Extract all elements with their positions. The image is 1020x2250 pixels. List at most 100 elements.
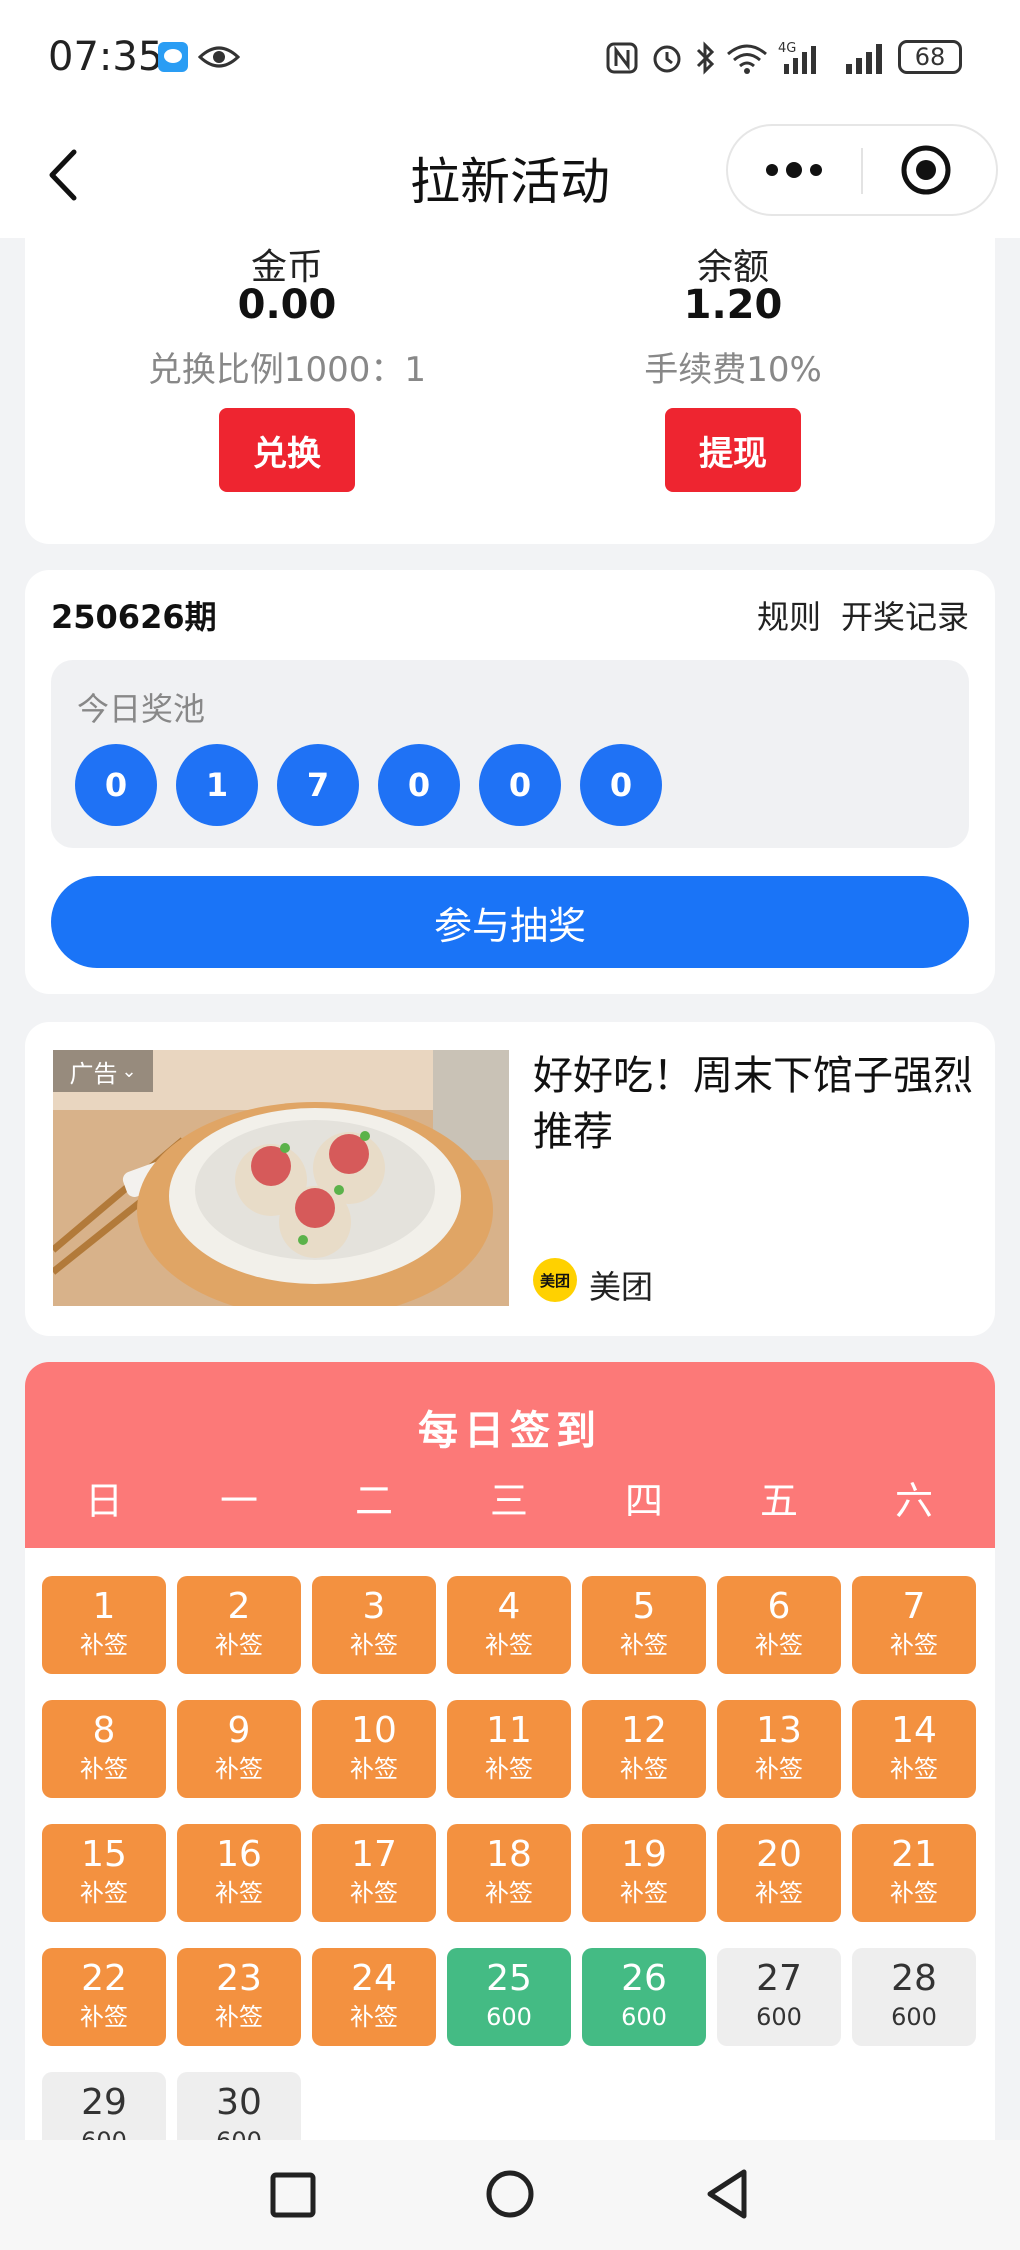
meituan-logo-icon: 美团 — [533, 1258, 577, 1302]
ad-tag[interactable]: 广告 ⌄ — [53, 1050, 153, 1092]
calendar-day[interactable]: 11 补签 — [447, 1700, 571, 1798]
calendar-day[interactable]: 28 600 — [852, 1948, 976, 2046]
back-triangle-icon[interactable] — [702, 2166, 754, 2222]
weekday-label: 三 — [489, 1479, 528, 1523]
recent-apps-square-icon[interactable] — [268, 2170, 318, 2220]
checkin-calendar: 1 补签 2 补签 3 补签 4 补签 5 补签 6 补签 7 补签 8 补签 9 补签 10 补签 11 补签 12 补签 1… — [25, 1548, 995, 2148]
calendar-day[interactable]: 17 补签 — [312, 1824, 436, 1922]
pool-digit: 0 — [479, 744, 561, 826]
bluetooth-icon — [696, 41, 715, 75]
calendar-day[interactable]: 25 600 — [447, 1948, 571, 2046]
day-number: 18 — [486, 1834, 532, 1875]
withdraw-button[interactable]: 提现 — [665, 408, 801, 492]
calendar-day[interactable]: 6 补签 — [717, 1576, 841, 1674]
coins-value: 0.00 — [237, 282, 337, 328]
calendar-day[interactable]: 24 补签 — [312, 1948, 436, 2046]
weekday-label: 二 — [354, 1479, 393, 1523]
day-number: 12 — [621, 1710, 667, 1751]
calendar-day[interactable]: 22 补签 — [42, 1948, 166, 2046]
calendar-day[interactable]: 23 补签 — [177, 1948, 301, 2046]
nav-bar: 拉新活动 — [0, 120, 1020, 238]
mini-program-capsule — [726, 124, 998, 216]
home-circle-icon[interactable] — [484, 2168, 536, 2220]
calendar-day[interactable]: 14 补签 — [852, 1700, 976, 1798]
weekday-label: 四 — [624, 1479, 663, 1523]
calendar-day[interactable]: 29 600 — [42, 2072, 166, 2148]
day-number: 24 — [351, 1958, 397, 1999]
day-number: 5 — [632, 1586, 656, 1627]
ad-title[interactable]: 好好吃！周末下馆子强烈推荐 — [533, 1048, 973, 1160]
join-lottery-button[interactable]: 参与抽奖 — [51, 876, 969, 968]
weekday-label: 六 — [894, 1479, 933, 1523]
day-reward: 补签 — [350, 1755, 398, 1783]
calendar-day[interactable]: 5 补签 — [582, 1576, 706, 1674]
day-reward: 补签 — [80, 2003, 128, 2031]
exchange-ratio: 兑换比例1000：1 — [147, 350, 427, 390]
calendar-day[interactable]: 20 补签 — [717, 1824, 841, 1922]
pool-digit: 0 — [75, 744, 157, 826]
exchange-button[interactable]: 兑换 — [219, 408, 355, 492]
ad-card[interactable]: 广告 ⌄ 好好吃！周末下馆子强烈推荐 美团 美团 — [25, 1022, 995, 1336]
service-fee: 手续费10% — [644, 350, 822, 390]
checkin-header: 每日签到 日 一 二 三 四 五 六 — [25, 1362, 995, 1548]
day-reward: 补签 — [80, 1755, 128, 1783]
weekday-label: 五 — [759, 1479, 798, 1523]
prize-pool: 今日奖池 0 1 7 0 0 0 — [51, 660, 969, 848]
calendar-day[interactable]: 9 补签 — [177, 1700, 301, 1798]
checkin-title: 每日签到 — [418, 1408, 602, 1454]
day-number: 4 — [497, 1586, 521, 1627]
calendar-day[interactable]: 7 补签 — [852, 1576, 976, 1674]
assets-card: 金币 0.00 兑换比例1000：1 兑换 余额 1.20 手续费10% 提现 — [25, 230, 995, 544]
svg-text:4G: 4G — [778, 41, 796, 56]
calendar-day[interactable]: 10 补签 — [312, 1700, 436, 1798]
calendar-day[interactable]: 27 600 — [717, 1948, 841, 2046]
day-number: 29 — [81, 2082, 127, 2123]
day-number: 19 — [621, 1834, 667, 1875]
day-number: 10 — [351, 1710, 397, 1751]
day-reward: 600 — [621, 2003, 667, 2031]
calendar-day[interactable]: 15 补签 — [42, 1824, 166, 1922]
day-number: 20 — [756, 1834, 802, 1875]
day-reward: 补签 — [620, 1879, 668, 1907]
day-reward: 600 — [891, 2003, 937, 2031]
calendar-day[interactable]: 1 补签 — [42, 1576, 166, 1674]
close-target-icon[interactable] — [900, 144, 952, 196]
ad-image[interactable]: 广告 ⌄ — [53, 1050, 509, 1306]
calendar-day[interactable]: 19 补签 — [582, 1824, 706, 1922]
alarm-icon — [653, 45, 681, 73]
day-number: 28 — [891, 1958, 937, 1999]
rules-link[interactable]: 规则 — [757, 598, 821, 636]
calendar-day[interactable]: 3 补签 — [312, 1576, 436, 1674]
day-reward: 补签 — [755, 1879, 803, 1907]
ad-brand: 美团 — [589, 1268, 654, 1306]
calendar-day[interactable]: 21 补签 — [852, 1824, 976, 1922]
day-number: 16 — [216, 1834, 262, 1875]
calendar-day[interactable]: 8 补签 — [42, 1700, 166, 1798]
ad-tag-label: 广告 — [69, 1059, 118, 1088]
calendar-day[interactable]: 30 600 — [177, 2072, 301, 2148]
day-reward: 补签 — [215, 1755, 263, 1783]
calendar-day[interactable]: 4 补签 — [447, 1576, 571, 1674]
lottery-period: 250626期 — [51, 598, 217, 636]
day-reward: 补签 — [215, 1631, 263, 1659]
calendar-day[interactable]: 16 补签 — [177, 1824, 301, 1922]
weekday-label: 一 — [219, 1479, 258, 1523]
day-number: 3 — [362, 1586, 386, 1627]
calendar-day[interactable]: 2 补签 — [177, 1576, 301, 1674]
day-number: 1 — [92, 1586, 116, 1627]
more-options-icon[interactable] — [762, 156, 826, 184]
calendar-day[interactable]: 13 补签 — [717, 1700, 841, 1798]
day-number: 14 — [891, 1710, 937, 1751]
day-number: 22 — [81, 1958, 127, 1999]
calendar-day[interactable]: 12 补签 — [582, 1700, 706, 1798]
day-reward: 补签 — [80, 1879, 128, 1907]
day-number: 26 — [621, 1958, 667, 1999]
calendar-day[interactable]: 18 补签 — [447, 1824, 571, 1922]
day-reward: 补签 — [215, 1879, 263, 1907]
calendar-day[interactable]: 26 600 — [582, 1948, 706, 2046]
capsule-divider — [861, 148, 863, 194]
draw-history-link[interactable]: 开奖记录 — [841, 598, 969, 636]
lottery-card: 250626期 规则 开奖记录 今日奖池 0 1 7 0 0 0 参与抽奖 — [25, 570, 995, 994]
day-number: 30 — [216, 2082, 262, 2123]
prize-pool-label: 今日奖池 — [77, 690, 206, 728]
